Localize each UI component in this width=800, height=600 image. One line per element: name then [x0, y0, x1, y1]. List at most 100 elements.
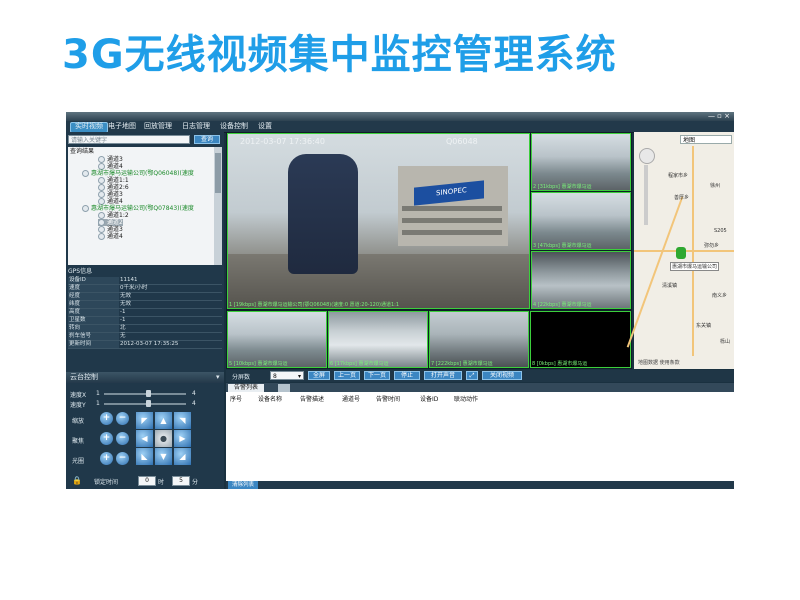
menu-e-map[interactable]: 电子地图: [104, 122, 140, 131]
video-tile-2[interactable]: 2 [31kbps] 惠湖市爆马运: [531, 133, 631, 191]
down-arrow-icon[interactable]: ▼: [155, 448, 172, 465]
tree-root[interactable]: 查询结果: [70, 148, 94, 155]
gps-value: 2012-03-07 17:35:25: [120, 341, 179, 347]
prev-page-button[interactable]: 上一页: [334, 371, 360, 380]
focus-in-button[interactable]: +: [100, 432, 113, 445]
search-button[interactable]: 查询: [194, 135, 220, 144]
speed-y-slider[interactable]: [104, 400, 186, 407]
gps-value: 无效: [120, 301, 132, 307]
gps-table: 设备ID 11141 速度 0千米/小时 经度 无效 纬度 无效 高度 -1 卫星数 -1 …: [68, 277, 222, 349]
search-input[interactable]: 请输入关键字: [68, 135, 190, 144]
close-video-button[interactable]: 关闭视频: [482, 371, 522, 380]
video-tile-8[interactable]: 8 [0kbps] 惠湖市爆马运: [530, 311, 631, 368]
camera-icon: [98, 184, 105, 191]
video-tile-7[interactable]: 7 [222kbps] 惠湖市爆马运: [429, 311, 529, 368]
tree-item[interactable]: 通道3: [98, 156, 123, 163]
tree-item[interactable]: 通道1:2: [98, 212, 129, 219]
video-tile-4[interactable]: 4 [22kbps] 惠湖市爆马运: [531, 251, 631, 309]
gps-key: 更新时间: [68, 341, 119, 348]
speed-x-min: 1: [96, 390, 100, 397]
slider-knob[interactable]: [146, 390, 152, 397]
video-caption: 5 [10kbps] 惠湖市爆马运: [229, 361, 288, 367]
tab-alarm-list[interactable]: 告警列表: [228, 384, 265, 392]
video-plate-id: Q06048: [446, 137, 478, 146]
map-pan-control[interactable]: [639, 148, 655, 164]
video-tile-1[interactable]: SINOPEC 2012-03-07 17:36:40 Q06048 1 [19…: [227, 133, 530, 309]
up-left-arrow-icon[interactable]: ◤: [136, 412, 153, 429]
video-tile-3[interactable]: 3 [47kbps] 惠湖市爆马运: [531, 192, 631, 250]
next-page-button[interactable]: 下一页: [364, 371, 390, 380]
map-zoom-slider[interactable]: [644, 165, 648, 225]
ptz-title: 云台控制: [70, 373, 98, 381]
tree-item[interactable]: 通道1:1: [98, 177, 129, 184]
expand-icon[interactable]: ⤢: [466, 371, 478, 380]
split-select[interactable]: 8 ▾: [270, 371, 304, 380]
collapse-icon[interactable]: ▾: [216, 372, 220, 383]
menu-log[interactable]: 日志管理: [178, 122, 214, 131]
menu-settings[interactable]: 设置: [254, 122, 276, 131]
iris-open-button[interactable]: +: [100, 452, 113, 465]
speed-y-min: 1: [96, 400, 100, 407]
gps-key: 经度: [68, 293, 119, 300]
tree-item[interactable]: 通道4: [98, 198, 123, 205]
open-sound-button[interactable]: 打开声音: [424, 371, 462, 380]
split-value: 8: [273, 373, 277, 380]
left-arrow-icon[interactable]: ◀: [136, 430, 153, 447]
scroll-thumb[interactable]: [215, 153, 221, 193]
lock-icon: 🔒: [72, 476, 82, 485]
gps-row: 设备ID 11141: [68, 277, 222, 285]
iris-close-button[interactable]: −: [116, 452, 129, 465]
tree-item-selected[interactable]: 通道2: [98, 219, 123, 226]
stop-button[interactable]: 停止: [394, 371, 420, 380]
map-label: 弥勿乡: [704, 243, 720, 249]
video-tile-6[interactable]: 6 [17kbps] 惠湖市爆马运: [328, 311, 428, 368]
col-header: 设备名称: [258, 396, 283, 403]
tree-item[interactable]: 通道3: [98, 226, 123, 233]
window-controls[interactable]: — ▫ ×: [708, 112, 730, 120]
map-road: [626, 196, 684, 348]
search-row: 请输入关键字 查询: [68, 135, 222, 145]
zoom-label: 缩放: [72, 418, 85, 425]
map-panel[interactable]: 地图 程家市乡 善厚乡 徐州 S205 弥勿乡 惠湖市爆马运输公司 清溪镇 南义…: [626, 132, 734, 369]
gps-value: -1: [120, 317, 126, 323]
speed-x-max: 4: [192, 390, 196, 397]
tree-vehicle[interactable]: 惠湖市爆马运输公司(鄂Q07843)(速度: [82, 205, 194, 212]
fullscreen-button[interactable]: 全屏: [308, 371, 330, 380]
ptz-header[interactable]: 云台控制 ▾: [66, 372, 224, 383]
vehicle-marker-icon[interactable]: [676, 247, 686, 259]
clear-list-button[interactable]: 清除列表: [228, 481, 259, 489]
up-arrow-icon[interactable]: ▲: [155, 412, 172, 429]
tab-secondary[interactable]: [278, 384, 290, 392]
video-controls: 分屏数 8 ▾ 全屏 上一页 下一页 停止 打开声音 ⤢ 关闭视频: [226, 370, 734, 382]
video-tile-5[interactable]: 5 [10kbps] 惠湖市爆马运: [227, 311, 327, 368]
zoom-in-button[interactable]: +: [100, 412, 113, 425]
iris-label: 光圈: [72, 458, 85, 465]
tree-vehicle[interactable]: 惠湖市爆马运输公司(鄂Q06048)(速度: [82, 170, 194, 177]
window-titlebar: — ▫ ×: [66, 112, 734, 121]
auto-button[interactable]: ●: [155, 430, 172, 447]
map-footer[interactable]: 地图数据 使用条款: [638, 359, 680, 366]
gps-key: 转向: [68, 325, 119, 332]
video-caption: 3 [47kbps] 惠湖市爆马运: [533, 243, 592, 249]
menu-device-control[interactable]: 设备控制: [216, 122, 252, 131]
right-arrow-icon[interactable]: ▶: [174, 430, 191, 447]
down-left-arrow-icon[interactable]: ◣: [136, 448, 153, 465]
tree-scrollbar[interactable]: [214, 147, 222, 265]
map-type-select[interactable]: 地图: [680, 135, 732, 144]
gps-key: 纬度: [68, 301, 119, 308]
slider-knob[interactable]: [146, 400, 152, 407]
tree-item[interactable]: 通道4: [98, 163, 123, 170]
down-right-arrow-icon[interactable]: ◢: [174, 448, 191, 465]
tree-item[interactable]: 通道4: [98, 233, 123, 240]
zoom-out-button[interactable]: −: [116, 412, 129, 425]
gps-row: 卫星数 -1: [68, 317, 222, 325]
up-right-arrow-icon[interactable]: ◥: [174, 412, 191, 429]
speed-x-slider[interactable]: [104, 390, 186, 397]
tree-item[interactable]: 通道3: [98, 191, 123, 198]
lock-hours-input[interactable]: 0: [138, 476, 156, 486]
camera-icon: [98, 156, 105, 163]
tree-item[interactable]: 通道2:6: [98, 184, 129, 191]
lock-minutes-input[interactable]: 5: [172, 476, 190, 486]
focus-out-button[interactable]: −: [116, 432, 129, 445]
menu-playback[interactable]: 回放管理: [140, 122, 176, 131]
